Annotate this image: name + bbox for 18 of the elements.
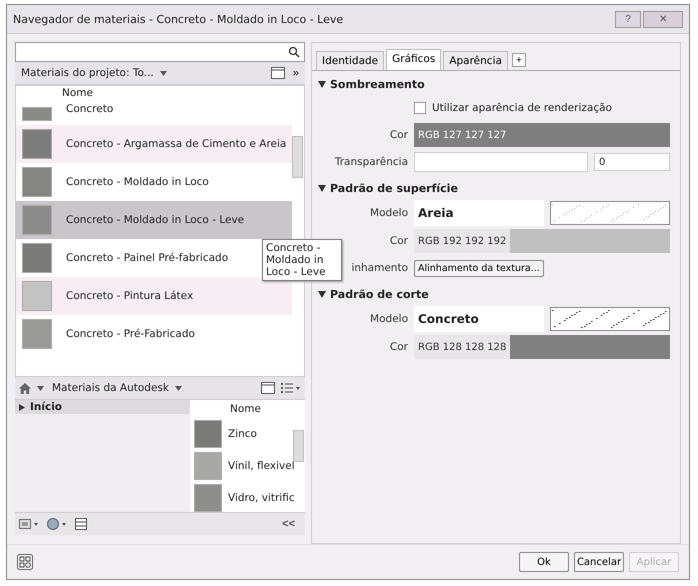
- field-label: Cor: [388, 235, 408, 247]
- pattern-name: Concreto: [414, 306, 544, 332]
- color-value: RGB 128 128 128: [414, 335, 510, 359]
- tree-node-label: Início: [30, 401, 62, 413]
- pattern-name: Areia: [414, 200, 544, 226]
- dialog-button: Aplicar: [629, 552, 679, 572]
- column-header: Nome: [62, 87, 93, 99]
- field-label: Modelo: [369, 207, 408, 219]
- window-title: Navegador de materiais - Concreto - Moldado in Loco - Leve: [13, 12, 344, 26]
- field-label: Modelo: [369, 313, 408, 325]
- color-value: RGB 127 127 127: [417, 128, 508, 142]
- color-value: RGB 192 192 192: [414, 229, 510, 253]
- checkbox-label: Utilizar aparência de renderização: [432, 102, 612, 114]
- field-label: Cor: [388, 129, 408, 141]
- tooltip: Concreto - Moldado in Loco - Leve: [262, 239, 342, 281]
- field-label: Cor: [388, 341, 408, 353]
- field-label: Transparência: [334, 156, 408, 168]
- column-header: Nome: [230, 403, 261, 415]
